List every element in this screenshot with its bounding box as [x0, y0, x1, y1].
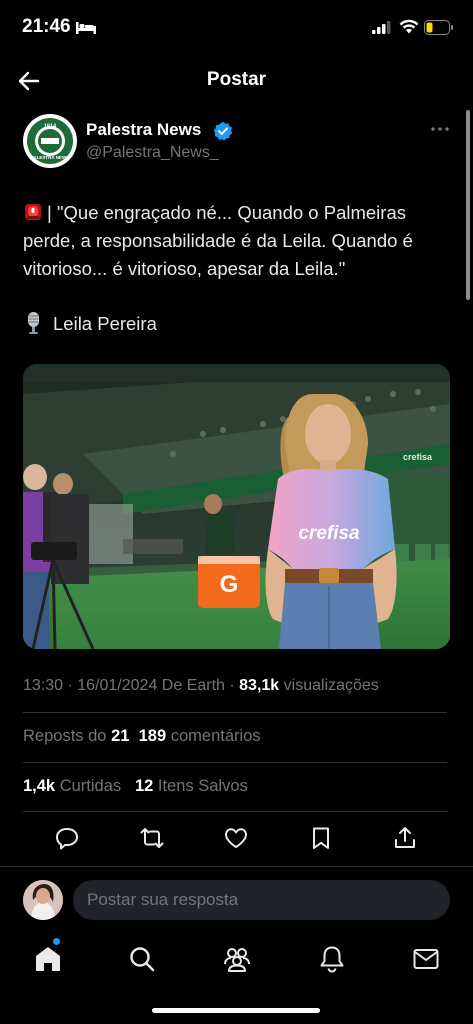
share-icon[interactable]: [392, 825, 418, 851]
author-avatar[interactable]: 1914 PALESTRA NEWS: [23, 114, 77, 168]
post-time: 13:30: [23, 677, 64, 694]
saves-link[interactable]: 12 Itens Salvos: [135, 777, 248, 795]
post-text-body: | "Que engraçado né... Quando o Palmeira…: [23, 202, 413, 279]
signal-icon: [372, 21, 391, 34]
divider: [23, 712, 447, 713]
status-bar: 21:46: [0, 0, 473, 56]
home-icon[interactable]: [33, 944, 63, 974]
divider: [23, 811, 447, 812]
reply-icon[interactable]: [54, 825, 80, 851]
post-date: 16/01/2024: [77, 677, 158, 694]
views-label: visualizações: [283, 677, 379, 694]
avatar-year-text: 1914: [44, 124, 57, 130]
photo-cooler-letter: G: [220, 571, 239, 598]
post-source: De Earth: [161, 677, 225, 694]
reposts-comments-stats: Reposts do 21 189 comentários: [23, 727, 261, 746]
user-avatar[interactable]: [23, 880, 63, 920]
reposts-label: Reposts do: [23, 727, 107, 745]
likes-count: 1,4k: [23, 777, 56, 795]
more-icon[interactable]: [430, 126, 450, 132]
scrollbar[interactable]: [466, 110, 470, 300]
battery-icon: [424, 20, 453, 35]
likes-label: Curtidas: [59, 777, 122, 795]
comments-label: comentários: [170, 727, 261, 745]
search-icon[interactable]: [127, 944, 157, 974]
quote-author: Leila Pereira: [23, 310, 157, 338]
avatar-brand-text: PALESTRA NEWS: [31, 155, 70, 160]
post-actions: [0, 817, 473, 859]
likes-saves-stats: 1,4k Curtidas 12 Itens Salvos: [23, 777, 248, 796]
divider: [23, 762, 447, 763]
likes-link[interactable]: 1,4k Curtidas: [23, 777, 121, 795]
comments-link[interactable]: 189 comentários: [139, 727, 261, 745]
nav-header: Postar: [0, 56, 473, 106]
author-name[interactable]: Palestra News: [86, 120, 201, 140]
photo-board-text: crefisa: [403, 452, 433, 462]
comments-count: 189: [138, 727, 167, 745]
status-time: 21:46: [22, 16, 71, 37]
home-notification-dot: [53, 938, 60, 945]
quote-author-name: Leila Pereira: [53, 313, 157, 334]
wifi-icon: [399, 19, 419, 34]
reposts-count: 21: [111, 727, 130, 745]
saves-label: Itens Salvos: [157, 777, 248, 795]
reply-composer: [0, 866, 473, 936]
post-author: 1914 PALESTRA NEWS Palestra News @Palest…: [23, 114, 453, 174]
author-handle[interactable]: @Palestra_News_: [86, 144, 219, 162]
verified-badge-icon: [213, 121, 233, 141]
messages-icon[interactable]: [411, 944, 441, 974]
bed-icon: [76, 22, 96, 34]
reply-input[interactable]: [73, 880, 450, 920]
microphone-icon: [28, 312, 39, 334]
siren-icon: [25, 204, 41, 220]
page-title: Postar: [206, 69, 267, 90]
post-meta: 13:30 · 16/01/2024 De Earth · 83,1k visu…: [23, 677, 379, 694]
reposts-link[interactable]: Reposts do 21: [23, 727, 129, 745]
views-count: 83,1k: [239, 677, 280, 694]
saves-count: 12: [134, 777, 154, 795]
notifications-icon[interactable]: [317, 944, 347, 974]
repost-icon[interactable]: [139, 825, 165, 851]
like-icon[interactable]: [223, 825, 249, 851]
post-photo[interactable]: crefisa G crefisa: [23, 364, 450, 649]
photo-jersey-text: crefisa: [298, 523, 360, 544]
home-indicator[interactable]: [152, 1008, 320, 1013]
bookmark-icon[interactable]: [308, 825, 334, 851]
communities-icon[interactable]: [222, 944, 252, 974]
post-text: | "Que engraçado né... Quando o Palmeira…: [23, 199, 453, 283]
